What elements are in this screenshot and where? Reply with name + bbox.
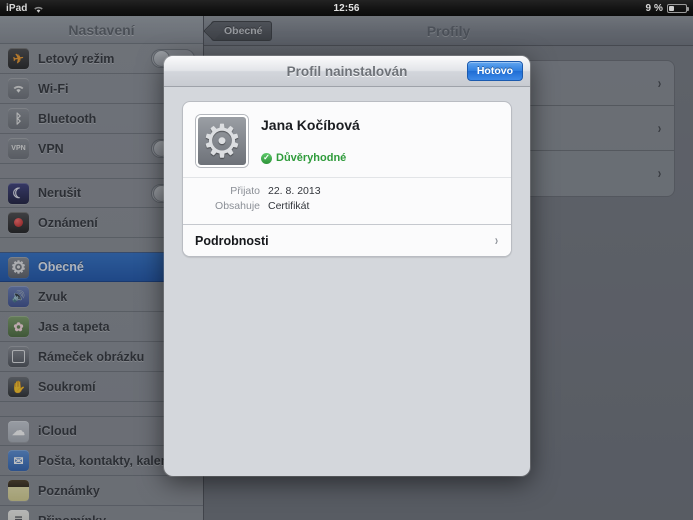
trust-label: Důvěryhodné bbox=[276, 152, 347, 164]
done-button[interactable]: Hotovo bbox=[466, 61, 523, 81]
status-bar-clock: 12:56 bbox=[333, 2, 360, 14]
status-bar-left: iPad bbox=[6, 3, 44, 14]
device-name: iPad bbox=[6, 2, 28, 14]
profile-identity: Jana Kočíbová ✓ Důvěryhodné bbox=[261, 115, 360, 167]
meta-key: Obsahuje bbox=[215, 200, 260, 212]
profile-name: Jana Kočíbová bbox=[261, 117, 360, 133]
profile-installed-modal: Profil nainstalován Hotovo Jana Kočíbová… bbox=[164, 56, 530, 476]
ipad-screen: iPad 12:56 9 % Nastavení Letový režim bbox=[0, 0, 693, 520]
status-bar: iPad 12:56 9 % bbox=[0, 0, 693, 16]
meta-key: Přijato bbox=[230, 185, 260, 197]
status-bar-right: 9 % bbox=[645, 2, 689, 14]
details-label: Podrobnosti bbox=[195, 233, 269, 248]
wifi-icon bbox=[33, 5, 44, 14]
meta-value: 22. 8. 2013 bbox=[268, 185, 321, 197]
profile-card: Jana Kočíbová ✓ Důvěryhodné Přijato 22. … bbox=[182, 101, 512, 257]
done-button-label: Hotovo bbox=[476, 65, 513, 77]
modal-navigation-bar: Profil nainstalován Hotovo bbox=[164, 56, 530, 87]
battery-icon bbox=[667, 3, 689, 13]
trust-status: ✓ Důvěryhodné bbox=[261, 152, 360, 164]
meta-value: Certifikát bbox=[268, 200, 310, 212]
meta-row: Obsahuje Certifikát bbox=[196, 200, 498, 212]
battery-percent: 9 % bbox=[645, 2, 663, 14]
gear-profile-icon bbox=[196, 115, 248, 167]
meta-row: Přijato 22. 8. 2013 bbox=[196, 185, 498, 197]
profile-card-header: Jana Kočíbová ✓ Důvěryhodné bbox=[183, 102, 511, 177]
check-circle-icon: ✓ bbox=[261, 152, 272, 164]
profile-meta: Přijato 22. 8. 2013 Obsahuje Certifikát bbox=[183, 177, 511, 224]
chevron-right-icon: › bbox=[494, 232, 499, 249]
modal-body: Jana Kočíbová ✓ Důvěryhodné Přijato 22. … bbox=[164, 87, 530, 271]
details-row[interactable]: Podrobnosti › bbox=[183, 224, 511, 256]
